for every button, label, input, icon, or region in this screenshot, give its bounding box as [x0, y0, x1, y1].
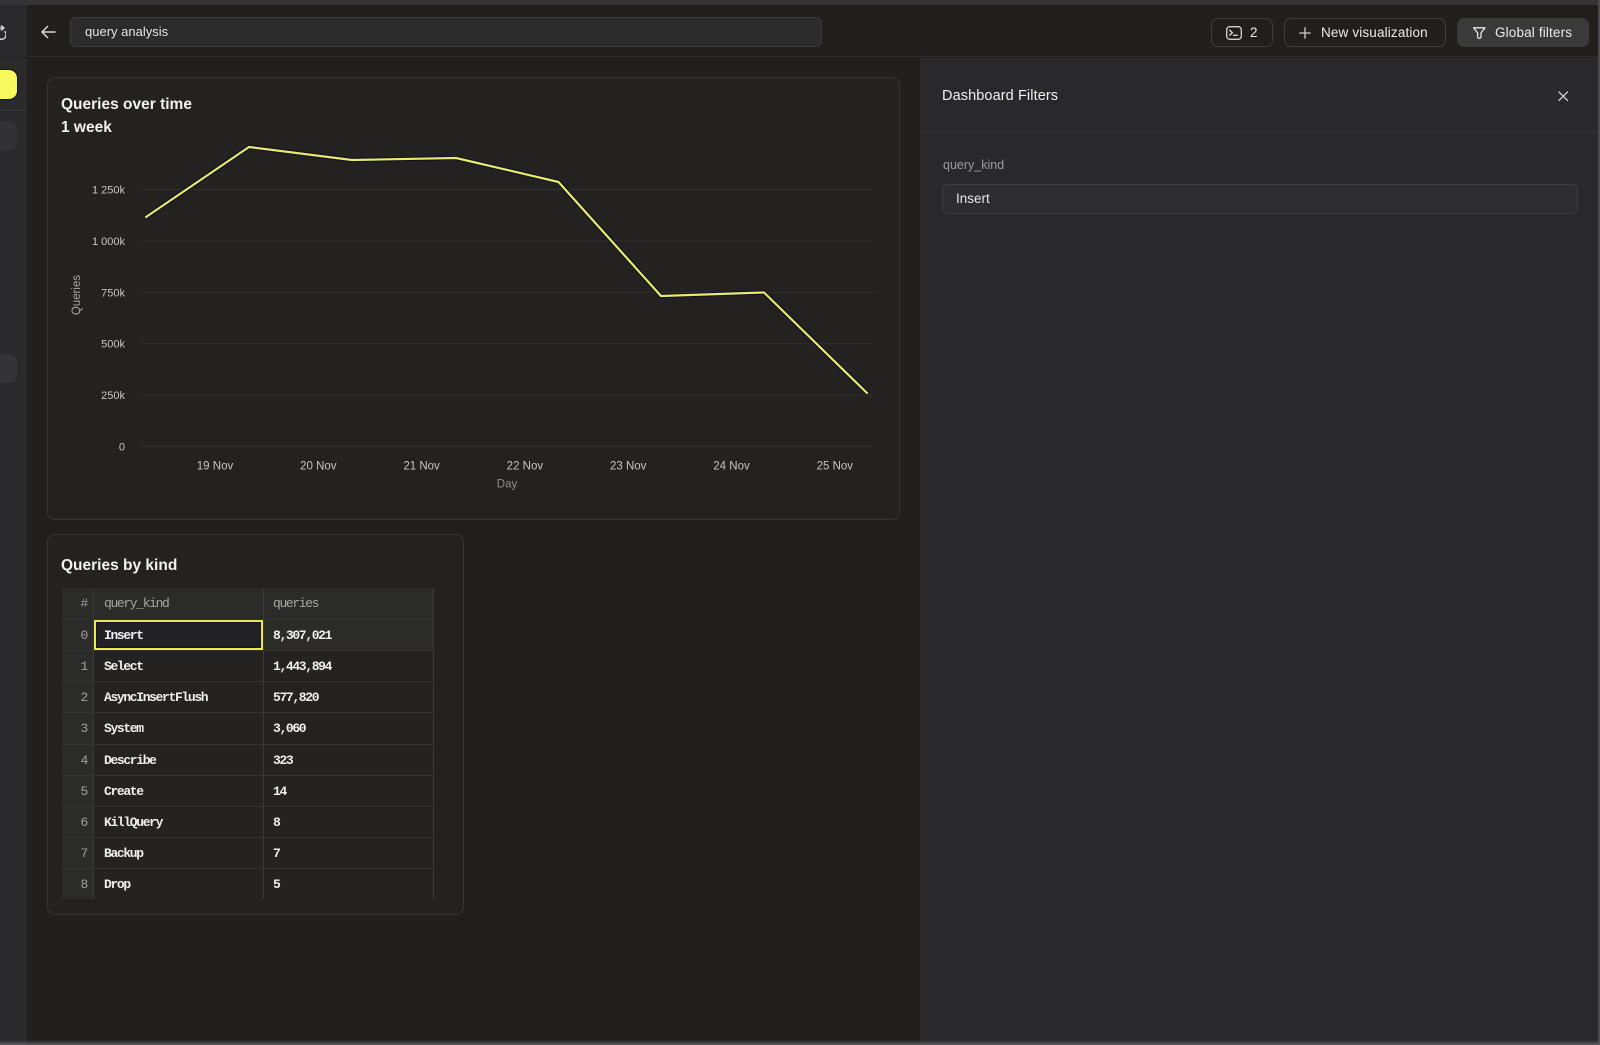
svg-text:250k: 250k — [101, 390, 125, 402]
svg-text:20 Nov: 20 Nov — [300, 461, 337, 473]
svg-text:Day: Day — [497, 479, 518, 491]
svg-text:25 Nov: 25 Nov — [817, 461, 854, 473]
svg-text:19 Nov: 19 Nov — [197, 461, 234, 473]
svg-text:21 Nov: 21 Nov — [403, 461, 440, 473]
svg-text:500k: 500k — [101, 339, 125, 351]
svg-text:1 250k: 1 250k — [92, 185, 126, 197]
svg-text:750k: 750k — [101, 287, 125, 299]
svg-text:Queries: Queries — [71, 275, 83, 316]
svg-text:22 Nov: 22 Nov — [507, 461, 544, 473]
svg-text:1 000k: 1 000k — [92, 236, 126, 248]
svg-text:24 Nov: 24 Nov — [713, 461, 750, 473]
svg-text:23 Nov: 23 Nov — [610, 461, 647, 473]
svg-text:0: 0 — [119, 441, 125, 453]
